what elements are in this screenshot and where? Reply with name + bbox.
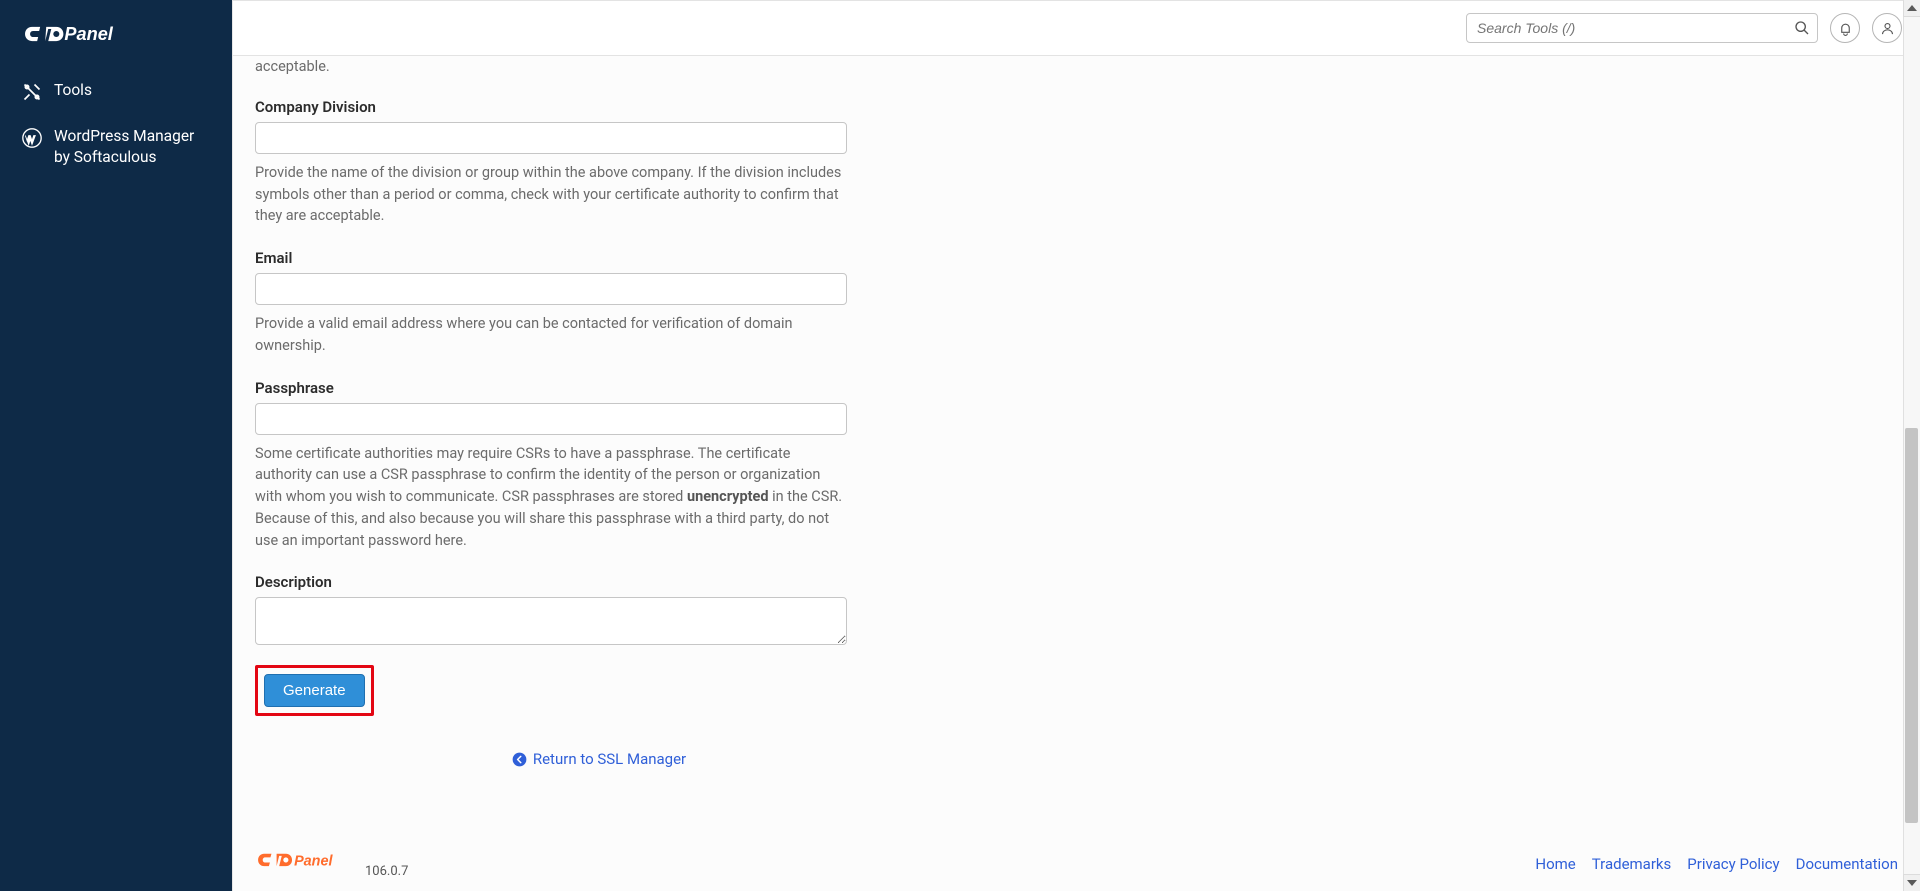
intro-help-tail: acceptable. bbox=[255, 56, 847, 78]
cpanel-logo-icon: Panel bbox=[22, 18, 128, 50]
sidebar-item-tools[interactable]: Tools bbox=[0, 68, 232, 114]
description-input[interactable] bbox=[255, 597, 847, 645]
generate-button[interactable]: Generate bbox=[264, 674, 365, 707]
bell-icon bbox=[1838, 21, 1853, 36]
search-wrap bbox=[1466, 13, 1818, 43]
search-icon bbox=[1794, 20, 1810, 36]
notifications-button[interactable] bbox=[1830, 13, 1860, 43]
footer-links: Home Trademarks Privacy Policy Documenta… bbox=[1535, 855, 1898, 873]
passphrase-input[interactable] bbox=[255, 403, 847, 435]
cpanel-footer-logo-icon: Panel bbox=[255, 849, 363, 875]
svg-text:Panel: Panel bbox=[294, 854, 333, 870]
sidebar-item-label: WordPress Manager by Softaculous bbox=[54, 126, 210, 168]
search-input[interactable] bbox=[1466, 13, 1818, 43]
return-link-label: Return to SSL Manager bbox=[533, 750, 686, 768]
footer-link-trademarks[interactable]: Trademarks bbox=[1592, 855, 1672, 873]
company-division-label: Company Division bbox=[255, 98, 847, 116]
sidebar: Panel Tools WordPress Manager by Softacu… bbox=[0, 0, 232, 891]
email-help: Provide a valid email address where you … bbox=[255, 313, 847, 357]
company-division-input[interactable] bbox=[255, 122, 847, 154]
description-label: Description bbox=[255, 573, 847, 591]
footer-link-privacy[interactable]: Privacy Policy bbox=[1687, 855, 1779, 873]
main-area: acceptable. Company Division Provide the… bbox=[232, 0, 1920, 891]
email-input[interactable] bbox=[255, 273, 847, 305]
account-button[interactable] bbox=[1872, 13, 1902, 43]
user-icon bbox=[1880, 21, 1895, 36]
footer-left: Panel 106.0.7 bbox=[255, 849, 408, 879]
return-to-ssl-manager-link[interactable]: Return to SSL Manager bbox=[512, 750, 686, 768]
scrollbar-thumb[interactable] bbox=[1905, 428, 1918, 822]
cpanel-logo: Panel bbox=[0, 0, 232, 68]
footer: Panel 106.0.7 Home Trademarks Privacy Po… bbox=[233, 843, 1920, 891]
passphrase-help-strong: unencrypted bbox=[687, 488, 769, 505]
footer-link-docs[interactable]: Documentation bbox=[1796, 855, 1898, 873]
wordpress-icon bbox=[22, 128, 42, 148]
tools-icon bbox=[22, 82, 42, 102]
content: acceptable. Company Division Provide the… bbox=[233, 56, 1920, 843]
company-division-help: Provide the name of the division or grou… bbox=[255, 162, 847, 227]
topbar bbox=[233, 0, 1920, 56]
footer-link-home[interactable]: Home bbox=[1535, 855, 1575, 873]
sidebar-item-label: Tools bbox=[54, 80, 210, 101]
passphrase-label: Passphrase bbox=[255, 379, 847, 397]
scroll-up-button[interactable] bbox=[1903, 0, 1920, 17]
svg-text:Panel: Panel bbox=[64, 24, 113, 44]
arrow-left-circle-icon bbox=[512, 752, 527, 767]
passphrase-help: Some certificate authorities may require… bbox=[255, 443, 847, 552]
scrollbar-track[interactable] bbox=[1903, 17, 1920, 874]
scroll-down-button[interactable] bbox=[1903, 874, 1920, 891]
email-label: Email bbox=[255, 249, 847, 267]
version-text: 106.0.7 bbox=[365, 864, 408, 879]
sidebar-item-wordpress[interactable]: WordPress Manager by Softaculous bbox=[0, 114, 232, 180]
generate-highlight: Generate bbox=[255, 665, 374, 716]
